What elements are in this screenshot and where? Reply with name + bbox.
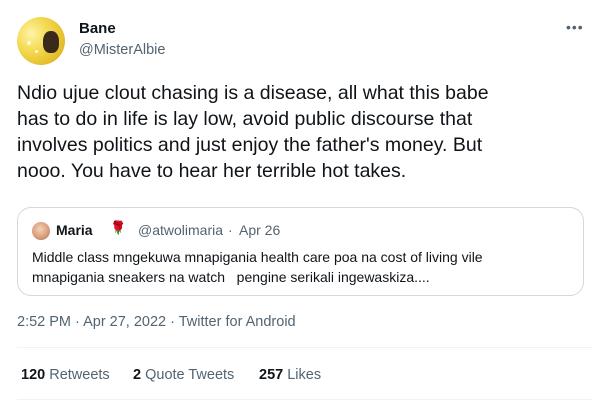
quoted-author-name: Maria [56, 222, 93, 238]
more-icon[interactable]: ••• [566, 20, 584, 34]
quoted-separator: · [228, 222, 233, 238]
retweets-count: 120 [21, 367, 46, 383]
avatar-figure [43, 31, 59, 53]
retweets-stat[interactable]: 120 Retweets [21, 367, 110, 383]
quote-tweets-label: Quote Tweets [145, 367, 235, 383]
quoted-author-avatar [32, 222, 50, 240]
likes-label: Likes [287, 367, 322, 383]
tweet-card: Bane @MisterAlbie ••• Ndio ujue clout ch… [0, 0, 607, 400]
quote-tweets-stat[interactable]: 2 Quote Tweets [133, 367, 234, 383]
quote-tweets-count: 2 [133, 367, 142, 383]
author-name[interactable]: Bane [79, 20, 116, 37]
likes-stat[interactable]: 257 Likes [259, 367, 321, 383]
rose-emoji-icon: 🌹 [110, 220, 127, 235]
quoted-author-handle: @atwolimaria [138, 222, 224, 238]
avatar-spark [27, 41, 31, 45]
author-handle[interactable]: @MisterAlbie [79, 42, 165, 58]
quoted-date: Apr 26 [239, 222, 281, 238]
avatar-spark [35, 50, 38, 53]
author-avatar[interactable] [17, 17, 65, 65]
divider [17, 347, 592, 348]
tweet-text: Ndio ujue clout chasing is a disease, al… [17, 82, 489, 182]
retweets-label: Retweets [49, 367, 110, 383]
quoted-tweet[interactable]: Maria 🌹 @atwolimaria · Apr 26 Middle cla… [17, 207, 584, 296]
tweet-meta[interactable]: 2:52 PM · Apr 27, 2022 · Twitter for And… [17, 314, 296, 330]
quoted-text: Middle class mngekuwa mnapigania health … [32, 249, 483, 285]
likes-count: 257 [259, 367, 284, 383]
